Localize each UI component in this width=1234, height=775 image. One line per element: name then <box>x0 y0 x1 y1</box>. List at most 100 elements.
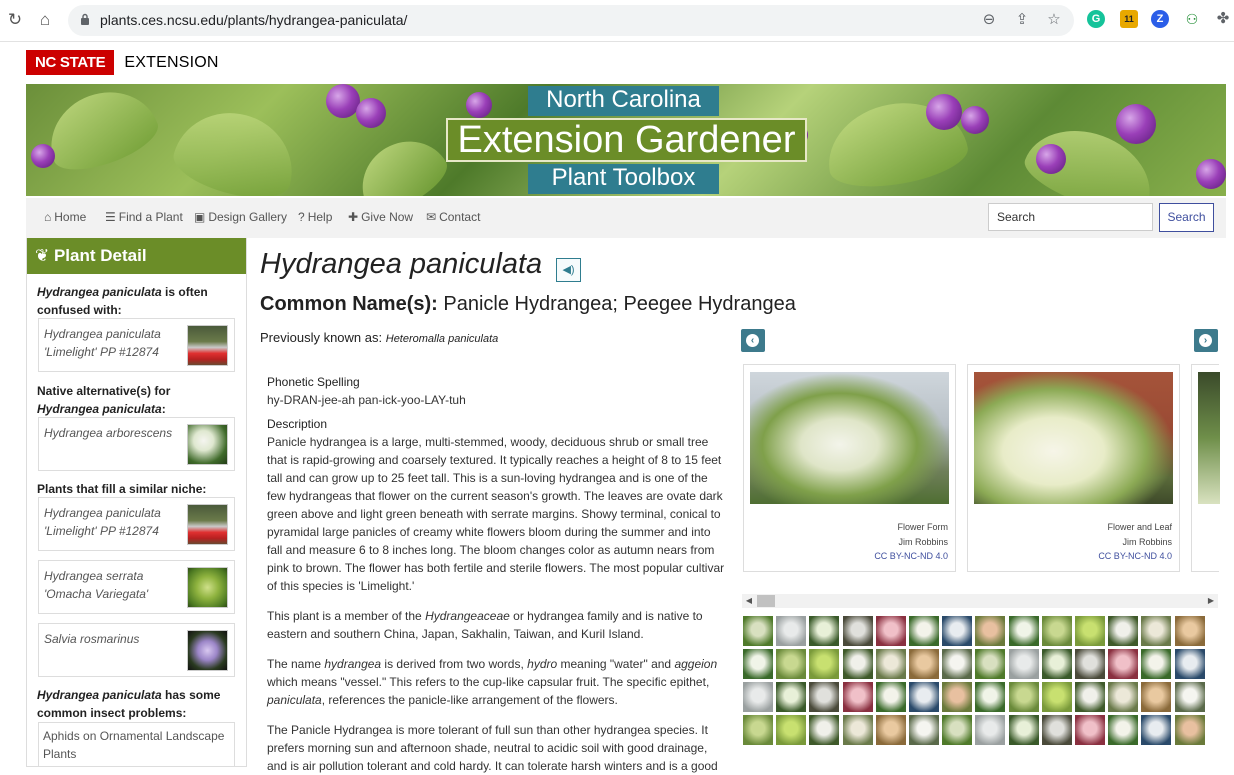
grammarly-icon[interactable]: G <box>1087 10 1105 28</box>
common-names-value: Panicle Hydrangea; Peegee Hydrangea <box>443 293 796 315</box>
gallery-thumbnail[interactable] <box>809 715 840 745</box>
site-brand[interactable]: NC STATE EXTENSION <box>26 50 219 75</box>
nav-help[interactable]: ? Help <box>298 210 332 224</box>
gallery-photo-card[interactable]: Flower Form Jim Robbins CC BY-NC-ND 4.0 <box>743 364 956 572</box>
home-icon[interactable]: ⌂ <box>34 9 56 31</box>
native-plant-card[interactable]: Hydrangea arborescens <box>38 417 235 471</box>
gallery-thumbnail[interactable] <box>809 682 840 712</box>
gallery-prev-button[interactable]: ‹ <box>741 329 765 352</box>
gallery-next-button[interactable]: › <box>1194 329 1218 352</box>
confused-plant-card[interactable]: Hydrangea paniculata 'Limelight' PP #128… <box>38 318 235 372</box>
gallery-thumbnail[interactable] <box>809 616 840 646</box>
photo-license-link[interactable]: CC BY-NC-ND 4.0 <box>874 551 948 561</box>
gallery-thumbnail[interactable] <box>1075 649 1105 679</box>
gallery-thumbnail[interactable] <box>975 715 1006 745</box>
gallery-thumbnail[interactable] <box>842 616 873 646</box>
niche-plant-card[interactable]: Hydrangea paniculata 'Limelight' PP #128… <box>38 497 235 551</box>
gallery-thumbnail[interactable] <box>875 682 906 712</box>
gallery-thumbnail[interactable] <box>743 715 773 745</box>
gallery-thumbnail[interactable] <box>743 649 773 679</box>
nav-contact[interactable]: ✉ Contact <box>426 210 480 224</box>
scroll-left-icon[interactable]: ◀ <box>744 595 754 607</box>
gallery-photo-card-partial[interactable] <box>1191 364 1220 572</box>
plant-thumbnail <box>187 504 228 545</box>
gallery-thumbnail[interactable] <box>842 649 873 679</box>
gallery-thumbnail[interactable] <box>1108 616 1139 646</box>
gallery-thumbnail[interactable] <box>1174 715 1205 745</box>
gallery-thumbnail[interactable] <box>1075 682 1105 712</box>
gallery-thumbnail[interactable] <box>776 616 807 646</box>
gallery-thumbnail[interactable] <box>1008 682 1039 712</box>
search-input[interactable]: Search <box>988 203 1153 231</box>
gallery-thumbnail[interactable] <box>942 715 973 745</box>
gallery-thumbnail[interactable] <box>1041 715 1072 745</box>
share-icon[interactable]: ⇪ <box>1013 11 1031 29</box>
gallery-thumbnail[interactable] <box>975 649 1006 679</box>
gallery-thumbnail[interactable] <box>1108 682 1139 712</box>
gallery-thumbnail[interactable] <box>1108 715 1139 745</box>
gallery-thumbnail[interactable] <box>1141 616 1172 646</box>
nav-home[interactable]: ⌂ Home <box>44 210 86 224</box>
ncstate-logo[interactable]: NC STATE <box>26 50 115 75</box>
gallery-thumbnail[interactable] <box>1008 649 1039 679</box>
address-bar[interactable]: plants.ces.ncsu.edu/plants/hydrangea-pan… <box>68 5 1074 36</box>
puzzle-icon[interactable]: ✤ <box>1214 10 1232 28</box>
scrollbar-thumb[interactable] <box>757 595 775 607</box>
nav-give-now[interactable]: ✚ Give Now <box>348 210 413 224</box>
zotero-icon[interactable]: Z <box>1151 10 1169 28</box>
search-button[interactable]: Search <box>1159 203 1214 232</box>
niche-plant-card[interactable]: Salvia rosmarinus <box>38 623 235 677</box>
gallery-thumbnail[interactable] <box>975 682 1006 712</box>
gallery-thumbnail[interactable] <box>942 649 973 679</box>
pronunciation-audio-button[interactable]: ◀) <box>556 258 581 282</box>
gallery-thumbnail[interactable] <box>975 616 1006 646</box>
gallery-thumbnail[interactable] <box>1041 649 1072 679</box>
gallery-thumbnail[interactable] <box>809 649 840 679</box>
gallery-thumbnail[interactable] <box>942 616 973 646</box>
gallery-thumbnail[interactable] <box>1008 616 1039 646</box>
gallery-thumbnail[interactable] <box>1174 616 1205 646</box>
gallery-thumbnail[interactable] <box>1075 715 1105 745</box>
gallery-thumbnail[interactable] <box>1108 649 1139 679</box>
gallery-thumbnail[interactable] <box>776 649 807 679</box>
gallery-thumbnail[interactable] <box>842 682 873 712</box>
gallery-thumbnail[interactable] <box>1141 715 1172 745</box>
zoom-icon[interactable]: ⊖ <box>980 11 998 29</box>
reload-icon[interactable]: ↻ <box>4 9 26 31</box>
gallery-thumbnail[interactable] <box>875 616 906 646</box>
gallery-thumbnail[interactable] <box>909 715 939 745</box>
scroll-right-icon[interactable]: ▶ <box>1206 595 1216 607</box>
gallery-thumbnail[interactable] <box>1141 682 1172 712</box>
insect-problem-card[interactable]: Aphids on Ornamental Landscape Plants <box>38 722 235 767</box>
gallery-scrollbar[interactable]: ◀ ▶ <box>742 594 1218 608</box>
gallery-thumbnail[interactable] <box>909 682 939 712</box>
gallery-thumbnail[interactable] <box>875 649 906 679</box>
gallery-thumbnail[interactable] <box>875 715 906 745</box>
gallery-thumbnail[interactable] <box>942 682 973 712</box>
gallery-thumbnail[interactable] <box>776 715 807 745</box>
gallery-thumbnail[interactable] <box>743 682 773 712</box>
gallery-thumbnail[interactable] <box>1041 616 1072 646</box>
gallery-thumbnail[interactable] <box>909 649 939 679</box>
nav-find-plant[interactable]: ☰ Find a Plant <box>105 210 183 224</box>
gallery-thumbnail[interactable] <box>743 616 773 646</box>
extension-wordmark[interactable]: EXTENSION <box>124 54 218 72</box>
gallery-thumbnail[interactable] <box>1075 616 1105 646</box>
gallery-thumbnail[interactable] <box>1174 649 1205 679</box>
photo-license-link[interactable]: CC BY-NC-ND 4.0 <box>1098 551 1172 561</box>
gallery-photo-card[interactable]: Flower and Leaf Jim Robbins CC BY-NC-ND … <box>967 364 1180 572</box>
gallery-thumbnail[interactable] <box>1141 649 1172 679</box>
common-names-label: Common Name(s): <box>260 293 438 315</box>
gallery-thumbnail[interactable] <box>1008 715 1039 745</box>
gallery-thumbnail[interactable] <box>776 682 807 712</box>
gallery-thumbnail[interactable] <box>842 715 873 745</box>
gallery-thumbnail[interactable] <box>1174 682 1205 712</box>
extension-icon[interactable]: ⚇ <box>1183 10 1201 28</box>
gallery-thumbnail[interactable] <box>909 616 939 646</box>
bookmark-star-icon[interactable]: ☆ <box>1045 11 1063 29</box>
nav-design-gallery[interactable]: ▣ Design Gallery <box>194 210 287 224</box>
gallery-thumbnail[interactable] <box>1041 682 1072 712</box>
niche-plant-card[interactable]: Hydrangea serrata 'Omacha Variegata' <box>38 560 235 614</box>
site-banner[interactable]: North Carolina Extension Gardener Plant … <box>26 84 1226 196</box>
calendar-icon[interactable]: 11 <box>1120 10 1138 28</box>
